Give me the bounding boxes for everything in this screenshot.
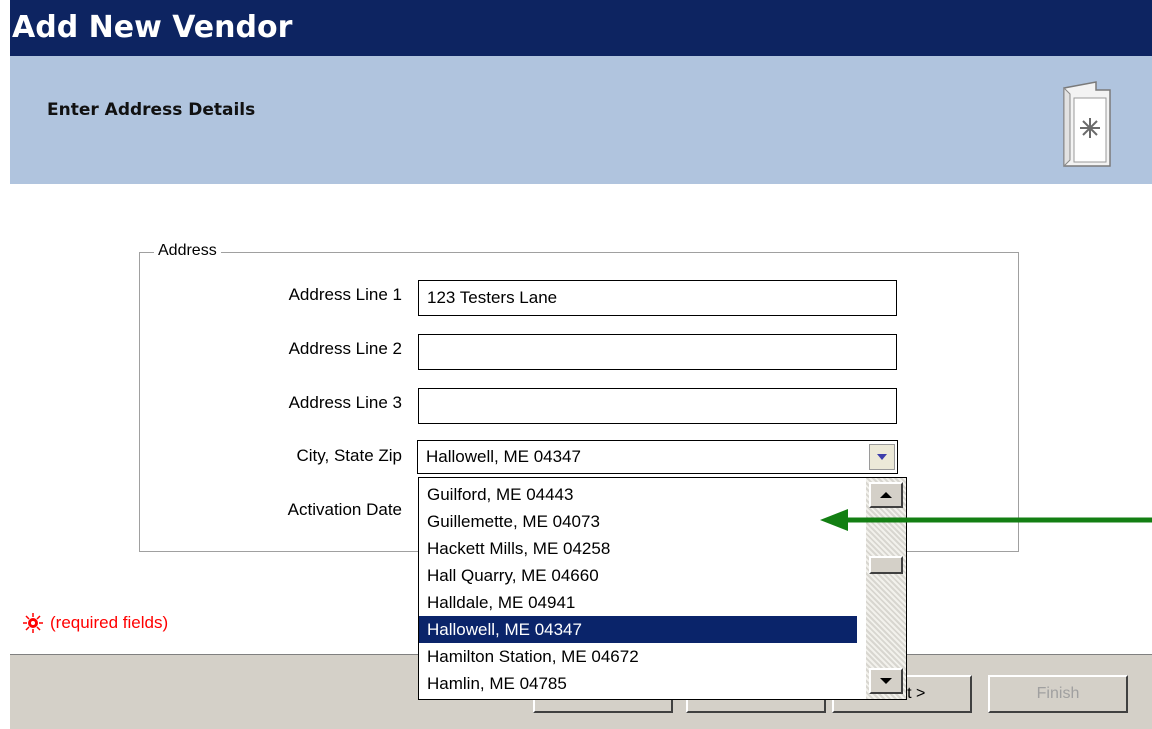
required-fields-text: (required fields)	[50, 613, 169, 632]
annotation-arrow-icon	[820, 509, 1152, 531]
address-line3-label: Address Line 3	[288, 393, 402, 412]
scroll-down-button[interactable]	[869, 668, 903, 694]
address-line2-input[interactable]	[418, 334, 897, 370]
chevron-down-icon	[877, 454, 887, 460]
new-document-icon	[1063, 81, 1111, 168]
window-title: Add New Vendor	[10, 0, 1152, 56]
arrow-down-icon	[880, 678, 892, 684]
city-state-zip-value: Hallowell, ME 04347	[426, 447, 581, 466]
required-marker-icon	[23, 613, 43, 633]
city-state-zip-combobox[interactable]: Hallowell, ME 04347	[417, 440, 898, 474]
dropdown-item[interactable]: Hall Quarry, ME 04660	[419, 562, 857, 589]
activation-date-label: Activation Date	[287, 500, 402, 519]
wizard-banner: Enter Address Details	[10, 56, 1152, 184]
arrow-up-icon	[880, 492, 892, 498]
address-line1-input[interactable]	[418, 280, 897, 316]
dropdown-item[interactable]: Halldale, ME 04941	[419, 589, 857, 616]
dropdown-item[interactable]: Hamlin, ME 04785	[419, 670, 857, 697]
finish-button: Finish	[988, 675, 1128, 713]
dropdown-item[interactable]: Hackett Mills, ME 04258	[419, 535, 857, 562]
step-title: Enter Address Details	[47, 100, 256, 120]
dropdown-item[interactable]: Guillemette, ME 04073	[419, 508, 857, 535]
dropdown-toggle-button[interactable]	[869, 444, 895, 470]
address-line1-label: Address Line 1	[288, 285, 402, 304]
scroll-thumb[interactable]	[869, 556, 903, 574]
dropdown-item[interactable]: Hamilton Station, ME 04672	[419, 643, 857, 670]
city-state-zip-label: City, State Zip	[296, 446, 403, 465]
required-fields-note: (required fields)	[22, 612, 168, 634]
dropdown-item-selected[interactable]: Hallowell, ME 04347	[419, 616, 857, 643]
address-line2-label: Address Line 2	[288, 339, 402, 358]
address-group-legend: Address	[154, 242, 221, 260]
add-vendor-window: Add New Vendor Enter Address Details Add…	[10, 0, 1152, 729]
dropdown-item[interactable]: Guilford, ME 04443	[419, 481, 857, 508]
address-line3-input[interactable]	[418, 388, 897, 424]
